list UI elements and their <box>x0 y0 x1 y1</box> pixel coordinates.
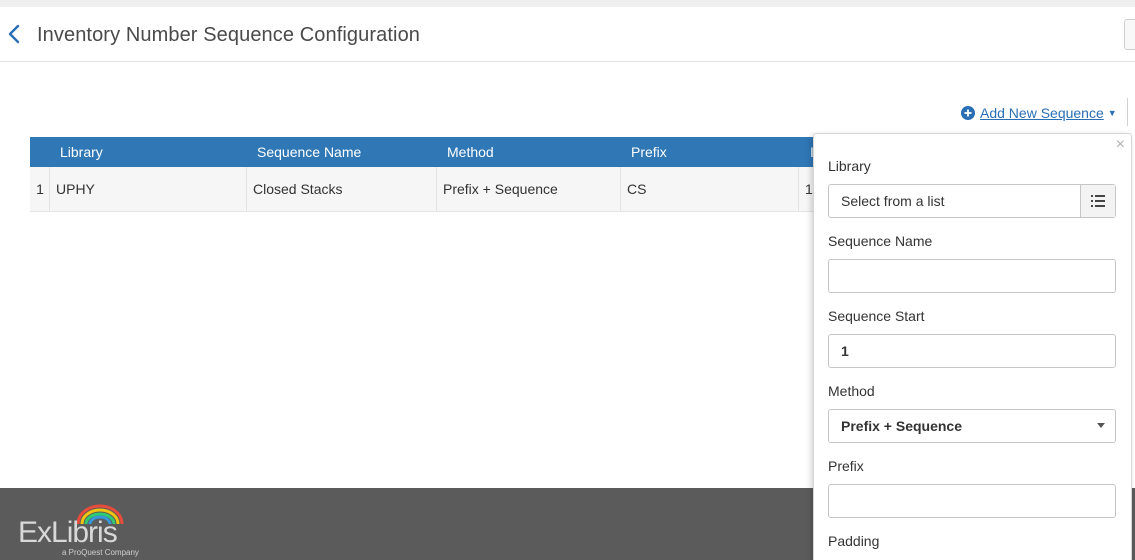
toolbar-divider <box>1127 98 1128 126</box>
header-action-button[interactable] <box>1124 19 1135 50</box>
padding-label: Padding <box>828 533 880 549</box>
method-label: Method <box>828 383 875 399</box>
logo-subtext: a ProQuest Company <box>62 548 139 557</box>
caret-down-icon: ▼ <box>1107 108 1117 118</box>
chevron-left-icon <box>8 24 20 44</box>
library-placeholder: Select from a list <box>841 193 945 209</box>
close-icon[interactable]: × <box>1116 136 1125 154</box>
table-row[interactable]: 1 UPHY Closed Stacks Prefix + Sequence C… <box>30 167 820 212</box>
add-new-sequence-label: Add New Sequence <box>980 105 1104 121</box>
logo-text: ExLibris <box>18 516 118 549</box>
method-value: Prefix + Sequence <box>841 418 963 434</box>
back-button[interactable] <box>6 23 24 45</box>
table-header: Library Sequence Name Method Prefix I <box>30 137 820 167</box>
chevron-down-icon <box>1097 423 1105 428</box>
sequence-name-label: Sequence Name <box>828 233 933 249</box>
sequence-name-field[interactable] <box>828 259 1116 293</box>
prefix-field[interactable] <box>828 484 1116 518</box>
cell-sequence-name: Closed Stacks <box>246 167 437 212</box>
sequence-start-field[interactable]: 1 <box>828 334 1116 368</box>
add-sequence-panel: × Library Select from a list Sequence Na… <box>813 133 1132 560</box>
cell-method: Prefix + Sequence <box>436 167 621 212</box>
column-header-prefix[interactable]: Prefix <box>631 144 667 160</box>
sequence-start-value: 1 <box>841 343 849 359</box>
page-header: Inventory Number Sequence Configuration <box>0 7 1135 62</box>
row-number: 1 <box>36 181 44 197</box>
cell-prefix: CS <box>620 167 799 212</box>
sequence-table: Library Sequence Name Method Prefix I 1 … <box>30 137 820 212</box>
prefix-label: Prefix <box>828 458 864 474</box>
list-icon <box>1091 195 1105 207</box>
cell-library: UPHY <box>49 167 247 212</box>
column-header-library[interactable]: Library <box>60 144 103 160</box>
column-header-method[interactable]: Method <box>447 144 494 160</box>
plus-circle-icon <box>961 106 975 120</box>
exlibris-logo: ExLibris a ProQuest Company <box>18 500 148 558</box>
library-field[interactable]: Select from a list <box>828 184 1116 218</box>
method-select[interactable]: Prefix + Sequence <box>828 409 1116 443</box>
add-new-sequence-button[interactable]: Add New Sequence ▼ <box>961 105 1117 121</box>
column-header-sequence-name[interactable]: Sequence Name <box>257 144 361 160</box>
sequence-start-label: Sequence Start <box>828 308 925 324</box>
page-title: Inventory Number Sequence Configuration <box>37 24 421 46</box>
top-strip <box>0 0 1135 7</box>
list-picker-button[interactable] <box>1080 185 1115 217</box>
library-label: Library <box>828 158 871 174</box>
